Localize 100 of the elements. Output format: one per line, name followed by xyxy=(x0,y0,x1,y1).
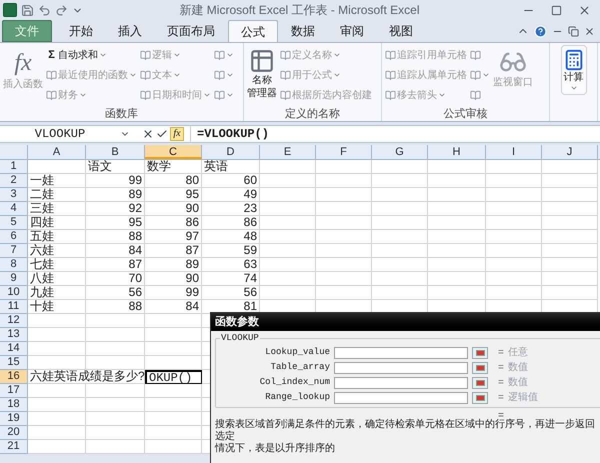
row-header[interactable]: 21 xyxy=(0,440,28,454)
row-header[interactable]: 13 xyxy=(0,328,28,342)
table-cell[interactable]: 86 xyxy=(202,216,260,230)
table-cell[interactable]: 二娃 xyxy=(28,188,86,202)
group-label: 定义的名称 xyxy=(285,107,340,121)
ribbon-tab[interactable]: 数据 xyxy=(279,20,327,42)
argument-result: 任意 xyxy=(508,346,528,360)
table-cell[interactable]: 99 xyxy=(86,174,145,188)
column-header[interactable]: G xyxy=(372,145,428,159)
table-cell[interactable]: 一娃 xyxy=(28,174,86,188)
active-cell[interactable]: OKUP() xyxy=(145,370,202,384)
table-cell[interactable]: 95 xyxy=(86,216,145,230)
row-header[interactable]: 17 xyxy=(0,384,28,398)
column-header[interactable]: J xyxy=(542,145,598,159)
window-title: 新建 Microsoft Excel 工作表 - Microsoft Excel xyxy=(179,2,420,19)
table-cell[interactable]: 84 xyxy=(86,244,145,258)
equals-sign: = xyxy=(498,361,504,375)
ribbon-tab[interactable]: 审阅 xyxy=(328,20,376,42)
ribbon-button[interactable]: Σ 自动求和 xyxy=(45,45,138,65)
argument-label: Col_index_num xyxy=(258,376,330,389)
row-header[interactable]: 11 xyxy=(0,300,28,314)
row-header[interactable]: 8 xyxy=(0,258,28,272)
table-cell[interactable]: 88 xyxy=(86,300,145,314)
table-cell[interactable]: 89 xyxy=(86,188,145,202)
table-cell[interactable]: 84 xyxy=(145,300,202,314)
dialog-title: 函数参数 xyxy=(215,314,259,330)
column-header[interactable]: E xyxy=(260,145,316,159)
formula-input[interactable]: =VLOOKUP() xyxy=(190,126,270,142)
row-header[interactable]: 12 xyxy=(0,314,28,328)
table-cell[interactable]: 六娃英语成绩是多少? xyxy=(28,370,145,384)
table-cell[interactable]: 90 xyxy=(145,202,202,216)
table-cell[interactable]: 四娃 xyxy=(28,216,86,230)
row-header[interactable]: 5 xyxy=(0,216,28,230)
table-cell[interactable]: 88 xyxy=(86,230,145,244)
row-header[interactable]: 19 xyxy=(0,412,28,426)
ribbon-tab[interactable]: 视图 xyxy=(377,20,425,42)
column-header[interactable]: D xyxy=(202,145,260,159)
ribbon-tab[interactable]: 公式 xyxy=(228,20,278,42)
ribbon-tab[interactable]: 插入 xyxy=(106,20,154,42)
equals-sign: = xyxy=(498,346,504,360)
table-cell[interactable]: 七娃 xyxy=(28,258,86,272)
name-box[interactable]: VLOOKUP xyxy=(0,126,120,142)
table-cell[interactable]: 74 xyxy=(202,272,260,286)
table-cell[interactable]: 86 xyxy=(145,216,202,230)
row-header[interactable]: 3 xyxy=(0,188,28,202)
row-header[interactable]: 6 xyxy=(0,230,28,244)
row-header[interactable]: 16 xyxy=(0,370,28,384)
equals-sign: = xyxy=(498,391,504,405)
table-cell[interactable]: 23 xyxy=(202,202,260,216)
table-cell[interactable]: 97 xyxy=(145,230,202,244)
table-cell[interactable]: 八娃 xyxy=(28,272,86,286)
argument-result: 数值 xyxy=(508,361,528,375)
group-label: 公式审核 xyxy=(444,107,488,121)
table-cell[interactable]: 59 xyxy=(202,244,260,258)
table-cell[interactable]: 九娃 xyxy=(28,286,86,300)
row-header[interactable]: 10 xyxy=(0,286,28,300)
column-header[interactable]: A xyxy=(28,145,86,159)
table-cell[interactable]: 56 xyxy=(86,286,145,300)
table-cell[interactable]: 语文 xyxy=(86,160,145,174)
row-header[interactable]: 15 xyxy=(0,356,28,370)
table-cell[interactable]: 63 xyxy=(202,258,260,272)
row-header[interactable]: 4 xyxy=(0,202,28,216)
insert-function-button[interactable]: fx xyxy=(170,127,184,141)
table-cell[interactable]: 60 xyxy=(202,174,260,188)
table-cell[interactable]: 89 xyxy=(145,258,202,272)
function-description: 情况下，表是以升序排序的 xyxy=(215,443,336,455)
table-cell[interactable]: 87 xyxy=(145,244,202,258)
ribbon-large-button[interactable]: 计算 xyxy=(560,45,586,95)
row-header[interactable]: 9 xyxy=(0,272,28,286)
column-header[interactable]: I xyxy=(486,145,542,159)
table-cell[interactable]: 80 xyxy=(145,174,202,188)
table-cell[interactable]: 六娃 xyxy=(28,244,86,258)
row-header[interactable]: 14 xyxy=(0,342,28,356)
column-header[interactable]: H xyxy=(428,145,486,159)
row-header[interactable]: 2 xyxy=(0,174,28,188)
table-cell[interactable]: 95 xyxy=(145,188,202,202)
table-cell[interactable]: 48 xyxy=(202,230,260,244)
ribbon-tab[interactable]: 开始 xyxy=(57,20,105,42)
table-cell[interactable]: 五娃 xyxy=(28,230,86,244)
column-header[interactable]: C xyxy=(145,145,202,159)
table-cell[interactable]: 87 xyxy=(86,258,145,272)
table-cell[interactable]: 49 xyxy=(202,188,260,202)
table-cell[interactable]: 数学 xyxy=(145,160,202,174)
table-cell[interactable]: 99 xyxy=(145,286,202,300)
table-cell[interactable]: 英语 xyxy=(202,160,260,174)
function-description: 搜索表区域首列满足条件的元素，确定待检索单元格在区域中的行序号，再进一步返回选定 xyxy=(215,419,596,442)
row-header[interactable]: 18 xyxy=(0,398,28,412)
ribbon-large-button[interactable]: 名称 管理器 xyxy=(246,45,278,100)
row-header[interactable]: 1 xyxy=(0,160,28,174)
column-header[interactable]: F xyxy=(316,145,372,159)
table-cell[interactable]: 70 xyxy=(86,272,145,286)
row-header[interactable]: 7 xyxy=(0,244,28,258)
table-cell[interactable]: 十娃 xyxy=(28,300,86,314)
table-cell[interactable]: 92 xyxy=(86,202,145,216)
table-cell[interactable]: 三娃 xyxy=(28,202,86,216)
ribbon-tab[interactable]: 页面布局 xyxy=(155,20,227,42)
table-cell[interactable]: 90 xyxy=(145,272,202,286)
table-cell[interactable]: 56 xyxy=(202,286,260,300)
equals-sign: = xyxy=(498,376,504,390)
row-header[interactable]: 20 xyxy=(0,426,28,440)
